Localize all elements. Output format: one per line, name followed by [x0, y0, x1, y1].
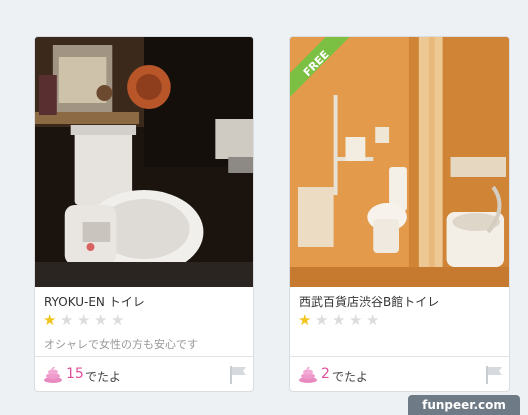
toilet-photo-1-image [35, 37, 253, 287]
flag-icon[interactable] [229, 365, 247, 385]
card-footer: 2 でたよ [290, 356, 509, 391]
visit-count: 15 [66, 366, 84, 382]
toilet-photo-2-image: FREE [290, 37, 509, 287]
star-icon-filled: ★ [43, 311, 57, 329]
poop-icon [44, 366, 62, 383]
star-icon-empty: ★ [332, 311, 346, 329]
star-icon-empty: ★ [366, 311, 380, 329]
toilet-photo-2[interactable]: FREE [290, 37, 509, 287]
visit-count: 2 [321, 366, 330, 382]
star-icon-empty: ★ [60, 311, 74, 329]
toilet-card-2[interactable]: FREE 西武百貨店渋谷B館トイレ ★ ★ ★ ★ ★ 2 でたよ [289, 36, 510, 392]
star-icon-empty: ★ [111, 311, 125, 329]
star-icon-empty: ★ [315, 311, 329, 329]
toilet-card-1[interactable]: RYOKU-EN トイレ ★ ★ ★ ★ ★ オシャレで女性の方も安心です 15… [34, 36, 254, 392]
card-footer: 15 でたよ [35, 356, 253, 391]
star-icon-empty: ★ [349, 311, 363, 329]
flag-icon[interactable] [485, 365, 503, 385]
star-icon-empty: ★ [94, 311, 108, 329]
star-rating: ★ ★ ★ ★ ★ [43, 312, 127, 328]
visit-count-label: でたよ [332, 370, 369, 384]
star-rating: ★ ★ ★ ★ ★ [298, 312, 382, 328]
toilet-title[interactable]: 西武百貨店渋谷B館トイレ [299, 293, 439, 310]
site-watermark: funpeer.com [408, 395, 520, 415]
star-icon-empty: ★ [77, 311, 91, 329]
toilet-photo-1[interactable] [35, 37, 253, 287]
visit-count-label: でたよ [85, 370, 122, 384]
poop-icon [299, 366, 317, 383]
toilet-description: オシャレで女性の方も安心です [44, 338, 198, 351]
toilet-title[interactable]: RYOKU-EN トイレ [44, 293, 145, 310]
star-icon-filled: ★ [298, 311, 312, 329]
